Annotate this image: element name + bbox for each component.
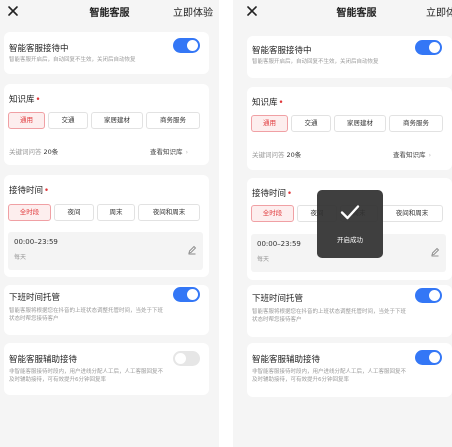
toggle-knob <box>175 353 186 364</box>
assist-title: 智能客服辅助接待 <box>9 355 78 365</box>
required-mark: • <box>278 98 284 108</box>
knowledge-card: 知识库• 通用 交通 家居建材 商务服务 关键词问答 20条 查看知识库 › <box>4 84 209 165</box>
close-icon[interactable] <box>245 4 259 18</box>
nav-bar: 智能客服 立即体验 <box>0 0 219 26</box>
knowledge-title: 知识库• <box>9 95 41 105</box>
tab-night-and-weekend[interactable]: 夜间和周末 <box>381 205 443 222</box>
time-slot: 00:00–23:59 每天 <box>8 232 203 270</box>
tag-home-building[interactable]: 家居建材 <box>334 115 386 132</box>
view-knowledge-link[interactable]: 查看知识库 › <box>393 149 431 159</box>
tag-general[interactable]: 通用 <box>251 115 288 132</box>
tag-business-service[interactable]: 商务服务 <box>389 115 443 132</box>
tab-weekend[interactable]: 周末 <box>97 204 135 221</box>
toast-message: 开启成功 <box>337 236 363 244</box>
offhours-title: 下班时间托管 <box>9 293 61 303</box>
toggle-knob <box>429 290 440 301</box>
edit-icon[interactable] <box>187 245 197 255</box>
check-icon <box>340 205 360 220</box>
assist-toggle[interactable] <box>173 351 200 366</box>
reception-card: 智能客服接待中 智能客服开启后，自动回复不生效，关闭后自动恢复 <box>4 32 209 74</box>
reception-desc: 智能客服开启后，自动回复不生效，关闭后自动恢复 <box>9 57 136 63</box>
assist-desc-line2: 及时辅助接待，可有效提升6分钟回复率 <box>9 377 107 383</box>
chevron-right-icon: › <box>185 148 189 156</box>
tag-traffic[interactable]: 交通 <box>48 112 88 129</box>
offhours-desc-line1: 智能客服将根据您在抖音的上班状态调整托管时间，当处于下班 <box>252 309 407 315</box>
reception-title: 智能客服接待中 <box>9 44 69 54</box>
reception-toggle[interactable] <box>173 38 200 53</box>
keyword-qa-count: 关键词问答 20条 <box>9 148 59 156</box>
offhours-desc-line1: 智能客服将根据您在抖音的上班状态调整托管时间，当处于下班 <box>9 308 164 314</box>
slot-days: 每天 <box>257 256 270 263</box>
offhours-title: 下班时间托管 <box>252 294 304 304</box>
slot-days: 每天 <box>14 254 27 261</box>
reception-time-title: 接待时间• <box>9 186 50 196</box>
knowledge-card: 知识库• 通用 交通 家居建材 商务服务 关键词问答 20条 查看知识库 › <box>247 87 452 170</box>
chevron-right-icon: › <box>428 151 432 159</box>
required-mark: • <box>44 186 50 196</box>
phone-screen-before: 智能客服 立即体验 智能客服接待中 智能客服开启后，自动回复不生效，关闭后自动恢… <box>0 0 219 447</box>
page-title: 智能客服 <box>336 8 377 19</box>
reception-time-title: 接待时间• <box>252 189 293 199</box>
toggle-knob <box>429 352 440 363</box>
reception-time-card: 接待时间• 全时段 夜间 周末 夜间和周末 00:00–23:59 每天 <box>4 175 209 277</box>
success-toast: 开启成功 <box>317 190 383 258</box>
required-mark: • <box>35 95 41 105</box>
assist-title: 智能客服辅助接待 <box>252 355 321 365</box>
offhours-desc-line2: 状态时帮您接待客户 <box>252 317 302 323</box>
assist-toggle[interactable] <box>415 350 442 365</box>
tag-home-building[interactable]: 家居建材 <box>91 112 143 129</box>
tab-night-and-weekend[interactable]: 夜间和周末 <box>138 204 200 221</box>
assist-desc-line1: 非智能客服接待时段内，用户进线分配人工后，人工客服回复不 <box>9 369 164 375</box>
reception-desc: 智能客服开启后，自动回复不生效，关闭后自动恢复 <box>252 59 379 65</box>
toggle-knob <box>429 42 440 53</box>
knowledge-title: 知识库• <box>252 98 284 108</box>
reception-card: 智能客服接待中 智能客服开启后，自动回复不生效，关闭后自动恢复 <box>247 36 452 78</box>
nav-bar: 智能客服 立即体验 <box>233 0 452 26</box>
edit-icon[interactable] <box>430 247 440 257</box>
assist-desc-line2: 及时辅助接待，可有效提升6分钟回复率 <box>252 377 350 383</box>
offhours-card: 下班时间托管 智能客服将根据您在抖音的上班状态调整托管时间，当处于下班 状态时帮… <box>4 285 209 335</box>
offhours-card: 下班时间托管 智能客服将根据您在抖音的上班状态调整托管时间，当处于下班 状态时帮… <box>247 285 452 337</box>
slot-time: 00:00–23:59 <box>14 238 58 246</box>
try-now-button[interactable]: 立即体验 <box>173 4 213 19</box>
keyword-qa-count: 关键词问答 20条 <box>252 151 302 159</box>
reception-title: 智能客服接待中 <box>252 46 312 56</box>
try-now-button[interactable]: 立即体验 <box>426 4 452 19</box>
tab-all-day[interactable]: 全时段 <box>251 205 294 222</box>
offhours-toggle[interactable] <box>415 288 442 303</box>
reception-toggle[interactable] <box>415 40 442 55</box>
tag-traffic[interactable]: 交通 <box>291 115 331 132</box>
tag-business-service[interactable]: 商务服务 <box>146 112 200 129</box>
assist-card: 智能客服辅助接待 非智能客服接待时段内，用户进线分配人工后，人工客服回复不 及时… <box>247 343 452 397</box>
required-mark: • <box>287 189 293 199</box>
tag-general[interactable]: 通用 <box>8 112 45 129</box>
toggle-knob <box>187 40 198 51</box>
toggle-knob <box>187 289 198 300</box>
assist-card: 智能客服辅助接待 非智能客服接待时段内，用户进线分配人工后，人工客服回复不 及时… <box>4 343 209 395</box>
tab-all-day[interactable]: 全时段 <box>8 204 51 221</box>
tab-night[interactable]: 夜间 <box>54 204 94 221</box>
offhours-toggle[interactable] <box>173 287 200 302</box>
view-knowledge-link[interactable]: 查看知识库 › <box>150 146 188 156</box>
assist-desc-line1: 非智能客服接待时段内，用户进线分配人工后，人工客服回复不 <box>252 369 407 375</box>
offhours-desc-line2: 状态时帮您接待客户 <box>9 316 59 322</box>
slot-time: 00:00–23:59 <box>257 240 301 248</box>
